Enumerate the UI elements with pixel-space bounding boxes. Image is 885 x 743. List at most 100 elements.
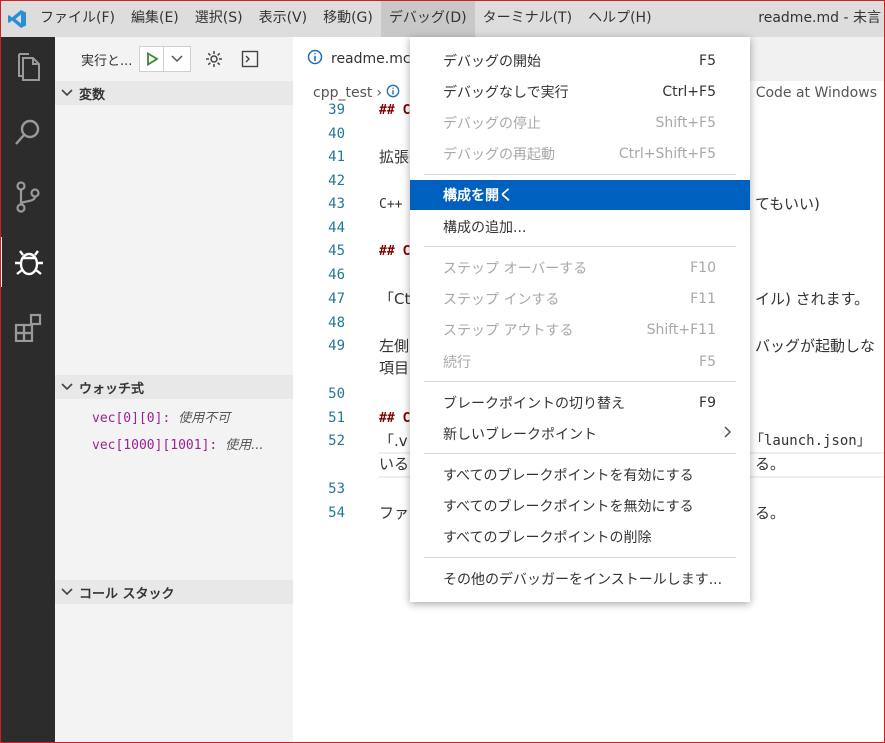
line-number: 41 — [328, 149, 345, 165]
menu-item-enable-all-breakpoints[interactable]: すべてのブレークポイントを有効にする — [410, 460, 750, 490]
menu-item-start-debugging[interactable]: デバッグの開始 F5 — [410, 46, 750, 76]
settings-button[interactable] — [201, 46, 227, 72]
variables-section-header[interactable]: 変数 — [55, 81, 293, 105]
menu-item-label: ステップ オーバーする — [443, 261, 588, 277]
menu-item-continue[interactable]: 続行 F5 — [410, 347, 750, 377]
menu-item-step-over[interactable]: ステップ オーバーする F10 — [410, 253, 750, 283]
line-text-tail: る。 — [755, 504, 786, 522]
menu-item-label: デバッグの停止 — [443, 116, 541, 132]
line-text: ファ — [379, 504, 410, 522]
menu-item-label: デバッグの再起動 — [443, 147, 555, 163]
menu-go[interactable]: 移動(G) — [315, 0, 381, 37]
watch-expression: vec[0][0]: — [92, 411, 171, 426]
menu-item-shortcut: F11 — [690, 291, 716, 307]
line-text: 「Ct — [379, 290, 411, 308]
line-number: 46 — [328, 267, 345, 283]
menu-item-disable-all-breakpoints[interactable]: すべてのブレークポイントを無効にする — [410, 491, 750, 521]
play-icon — [146, 52, 159, 66]
watch-item[interactable]: vec[1000][1001]: 使用... — [92, 434, 263, 453]
start-debugging-button[interactable] — [140, 47, 164, 71]
line-number: 53 — [328, 481, 345, 497]
menu-item-shortcut: F10 — [690, 260, 716, 276]
menu-item-label: 構成を開く — [443, 188, 513, 204]
chevron-down-icon — [55, 383, 79, 391]
menu-item-open-configuration[interactable]: 構成を開く — [410, 180, 750, 210]
line-text-tail: 「launch.json」 — [750, 433, 871, 449]
chevron-down-icon — [171, 55, 183, 63]
menu-separator — [424, 557, 736, 558]
menu-item-label: ステップ アウトする — [443, 323, 574, 339]
watch-value: 使用... — [225, 438, 264, 453]
menu-item-remove-all-breakpoints[interactable]: すべてのブレークポイントの削除 — [410, 522, 750, 552]
line-text: ## C — [379, 411, 411, 426]
config-dropdown-button[interactable] — [164, 47, 190, 71]
line-text: いる — [379, 455, 410, 473]
chevron-down-icon — [55, 588, 79, 596]
debug-menu: デバッグの開始 F5 デバッグなしで実行 Ctrl+F5 デバッグの停止 Shift+… — [410, 37, 750, 602]
run-config-selector[interactable] — [139, 46, 191, 72]
menu-item-add-configuration[interactable]: 構成の追加... — [410, 212, 750, 242]
menu-item-shortcut: Ctrl+Shift+F5 — [618, 146, 716, 162]
line-number: 48 — [328, 315, 345, 331]
line-number: 43 — [328, 196, 345, 212]
menu-help[interactable]: ヘルプ(H) — [580, 0, 659, 37]
tab-readme[interactable]: readme.mc — [293, 37, 425, 81]
tab-label: readme.mc — [331, 51, 411, 67]
menu-item-install-debuggers[interactable]: その他のデバッガーをインストールします... — [410, 564, 750, 594]
watch-title: ウォッチ式 — [79, 381, 145, 397]
activity-bar — [0, 37, 55, 743]
source-control-icon[interactable] — [0, 172, 55, 222]
menu-item-shortcut: Ctrl+F5 — [662, 84, 716, 100]
title-bar: ファイル(F) 編集(E) 選択(S) 表示(V) 移動(G) デバッグ(D) … — [0, 0, 885, 37]
menu-separator — [424, 174, 736, 175]
menu-item-new-breakpoint[interactable]: 新しいブレークポイント — [410, 419, 750, 449]
menu-item-label: 構成の追加... — [443, 220, 527, 236]
menu-item-shortcut: F9 — [699, 395, 716, 411]
line-text: 拡張 — [379, 148, 410, 166]
menu-separator — [424, 453, 736, 454]
menu-item-stop-debugging[interactable]: デバッグの停止 Shift+F5 — [410, 108, 750, 138]
menu-item-label: その他のデバッガーをインストールします... — [443, 572, 723, 588]
window-title: readme.md - 未言 — [758, 10, 881, 26]
menu-item-shortcut: F5 — [699, 354, 716, 370]
callstack-section-header[interactable]: コール スタック — [55, 580, 293, 604]
menu-item-restart-debugging[interactable]: デバッグの再起動 Ctrl+Shift+F5 — [410, 139, 750, 169]
vscode-logo-icon — [2, 0, 32, 37]
menu-file[interactable]: ファイル(F) — [32, 0, 123, 37]
watch-value: 使用不可 — [178, 411, 231, 426]
menu-item-step-out[interactable]: ステップ アウトする Shift+F11 — [410, 315, 750, 345]
menu-terminal[interactable]: ターミナル(T) — [475, 0, 580, 37]
menu-view[interactable]: 表示(V) — [251, 0, 316, 37]
line-number: 54 — [328, 505, 345, 521]
variables-title: 変数 — [79, 87, 106, 103]
menu-debug[interactable]: デバッグ(D) — [380, 0, 475, 37]
menu-edit[interactable]: 編集(E) — [123, 0, 187, 37]
search-icon[interactable] — [0, 107, 55, 157]
watch-section-header[interactable]: ウォッチ式 — [55, 375, 293, 399]
menu-item-label: ブレークポイントの切り替え — [443, 396, 625, 412]
menu-item-run-without-debugging[interactable]: デバッグなしで実行 Ctrl+F5 — [410, 77, 750, 107]
menu-item-label: 新しいブレークポイント — [443, 427, 597, 443]
menu-separator — [424, 246, 736, 247]
menu-selection[interactable]: 選択(S) — [187, 0, 251, 37]
line-number: 39 — [328, 102, 345, 118]
debug-icon[interactable] — [0, 237, 55, 287]
extensions-icon[interactable] — [0, 302, 55, 352]
files-icon[interactable] — [0, 42, 55, 92]
chevron-right-icon — [724, 426, 732, 442]
line-number: 49 — [328, 338, 345, 354]
line-number: 51 — [328, 410, 345, 426]
debug-console-button[interactable] — [237, 46, 263, 72]
line-number: 40 — [328, 126, 345, 142]
line-number: 42 — [328, 173, 345, 189]
menu-item-shortcut: Shift+F5 — [655, 115, 716, 131]
terminal-icon — [241, 50, 259, 68]
menu-separator — [424, 381, 736, 382]
menu-item-toggle-breakpoint[interactable]: ブレークポイントの切り替え F9 — [410, 388, 750, 418]
line-text: C++ — [379, 197, 403, 212]
line-number: 52 — [328, 433, 345, 449]
watch-item[interactable]: vec[0][0]: 使用不可 — [92, 407, 230, 426]
line-text: ## C — [379, 244, 411, 259]
menu-item-step-into[interactable]: ステップ インする F11 — [410, 284, 750, 314]
line-text: 項目 — [379, 359, 410, 377]
